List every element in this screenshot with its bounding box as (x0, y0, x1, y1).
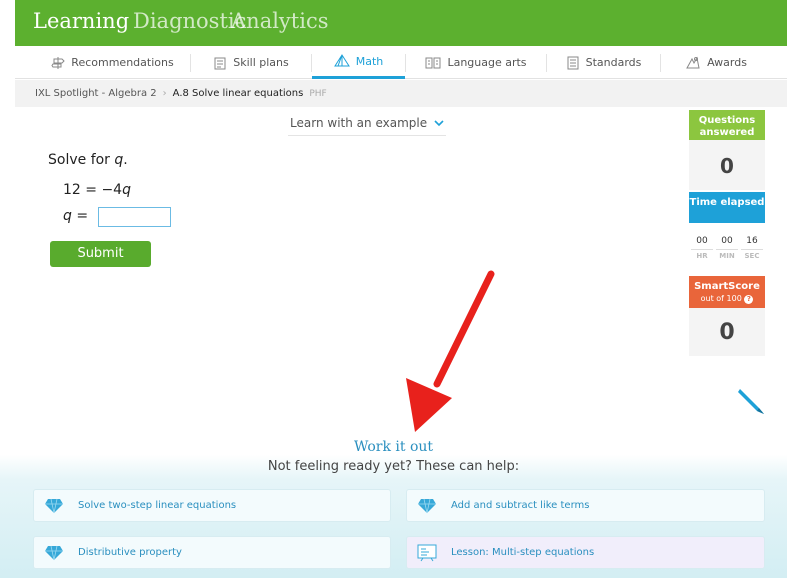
chevron-down-icon (434, 120, 444, 127)
breadcrumb-current: A.8 Solve linear equations (172, 88, 304, 99)
timer-value: 00 (716, 228, 738, 250)
tab-recommendations[interactable]: Recommendations (35, 46, 190, 79)
work-it-out-heading: Work it out (353, 439, 434, 455)
timer-seconds: 16 SEC (741, 228, 763, 269)
pencil-icon[interactable] (735, 384, 767, 416)
help-card-label: Solve two-step linear equations (78, 500, 237, 511)
answer-label: q = (63, 208, 88, 224)
tab-label: Awards (707, 56, 747, 69)
book-icon (425, 57, 441, 68)
help-card-like-terms[interactable]: Add and subtract like terms (406, 489, 765, 522)
lesson-icon (417, 544, 437, 561)
help-card-label: Lesson: Multi-step equations (451, 547, 595, 558)
smartscore-header: SmartScore out of 100 ? (689, 276, 765, 308)
smartscore-value: 0 (689, 308, 765, 356)
smartscore-sub: out of 100 ? (689, 293, 765, 305)
standards-icon (567, 56, 579, 69)
prompt-text: Solve for (48, 152, 115, 168)
answer-variable: q (63, 208, 72, 224)
skill-code-tag: PHF (309, 88, 327, 99)
timer-unit: SEC (744, 252, 760, 260)
question-prompt: Solve for q. (48, 152, 128, 168)
tab-label: Recommendations (71, 56, 174, 69)
learn-with-example-link[interactable]: Learn with an example (288, 110, 446, 136)
tab-math[interactable]: Math (312, 46, 405, 79)
time-elapsed-label: Time elapsed (689, 192, 765, 223)
prompt-period: . (123, 152, 128, 168)
awards-icon (686, 56, 700, 68)
timer-value: 00 (691, 228, 713, 250)
breadcrumb: IXL Spotlight - Algebra 2 › A.8 Solve li… (15, 80, 787, 107)
equation-left: 12 = (63, 182, 102, 198)
timer-hours: 00 HR (691, 228, 713, 269)
equation-coefficient: −4 (101, 182, 123, 198)
tab-label: Standards (585, 56, 642, 69)
nav-learning[interactable]: Learning (33, 9, 129, 33)
learn-link-label: Learn with an example (290, 116, 428, 130)
subject-tabs: Recommendations Skill plans Math Languag… (15, 46, 787, 79)
timer-minutes: 00 MIN (716, 228, 738, 269)
prompt-variable: q (114, 152, 124, 168)
gem-icon (418, 498, 436, 513)
pyramid-icon (333, 54, 350, 67)
timer-unit: HR (696, 252, 708, 260)
help-card-label: Add and subtract like terms (451, 500, 590, 511)
breadcrumb-chevron-icon: › (162, 88, 167, 99)
questions-answered-label: Questions answered (689, 110, 765, 140)
signpost-icon (51, 56, 66, 69)
help-card-two-step[interactable]: Solve two-step linear equations (33, 489, 391, 522)
gem-icon (45, 545, 63, 560)
tab-label: Skill plans (233, 56, 289, 69)
timer-unit: MIN (719, 252, 735, 260)
tab-language-arts[interactable]: Language arts (406, 46, 546, 79)
tab-skill-plans[interactable]: Skill plans (191, 46, 311, 79)
questions-answered-value: 0 (689, 140, 765, 190)
submit-button[interactable]: Submit (50, 241, 151, 267)
nav-diagnostic[interactable]: Diagnostic (133, 9, 246, 33)
help-card-distributive[interactable]: Distributive property (33, 536, 391, 569)
tab-label: Math (355, 54, 384, 68)
gem-icon (45, 498, 63, 513)
nav-analytics[interactable]: Analytics (231, 9, 328, 33)
answer-equals: = (71, 208, 89, 224)
help-card-lesson[interactable]: Lesson: Multi-step equations (406, 536, 765, 569)
smartscore-sub-label: out of 100 (700, 294, 742, 303)
equation: 12 = −4q (63, 182, 131, 198)
help-card-label: Distributive property (78, 547, 182, 558)
help-icon[interactable]: ? (744, 295, 754, 304)
top-navigation-bar: Learning Diagnostic Analytics (15, 0, 787, 46)
timer: 00 HR 00 MIN 16 SEC (689, 223, 765, 269)
not-ready-subheading: Not feeling ready yet? These can help: (267, 459, 520, 474)
tab-standards[interactable]: Standards (547, 46, 660, 79)
equation-variable: q (122, 182, 131, 198)
tab-awards[interactable]: Awards (661, 46, 771, 79)
tab-label: Language arts (447, 56, 527, 69)
timer-value: 16 (741, 228, 763, 250)
smartscore-label: SmartScore (694, 281, 760, 292)
skill-plans-icon (214, 57, 226, 69)
breadcrumb-root[interactable]: IXL Spotlight - Algebra 2 (35, 88, 157, 99)
answer-input[interactable] (98, 207, 171, 227)
